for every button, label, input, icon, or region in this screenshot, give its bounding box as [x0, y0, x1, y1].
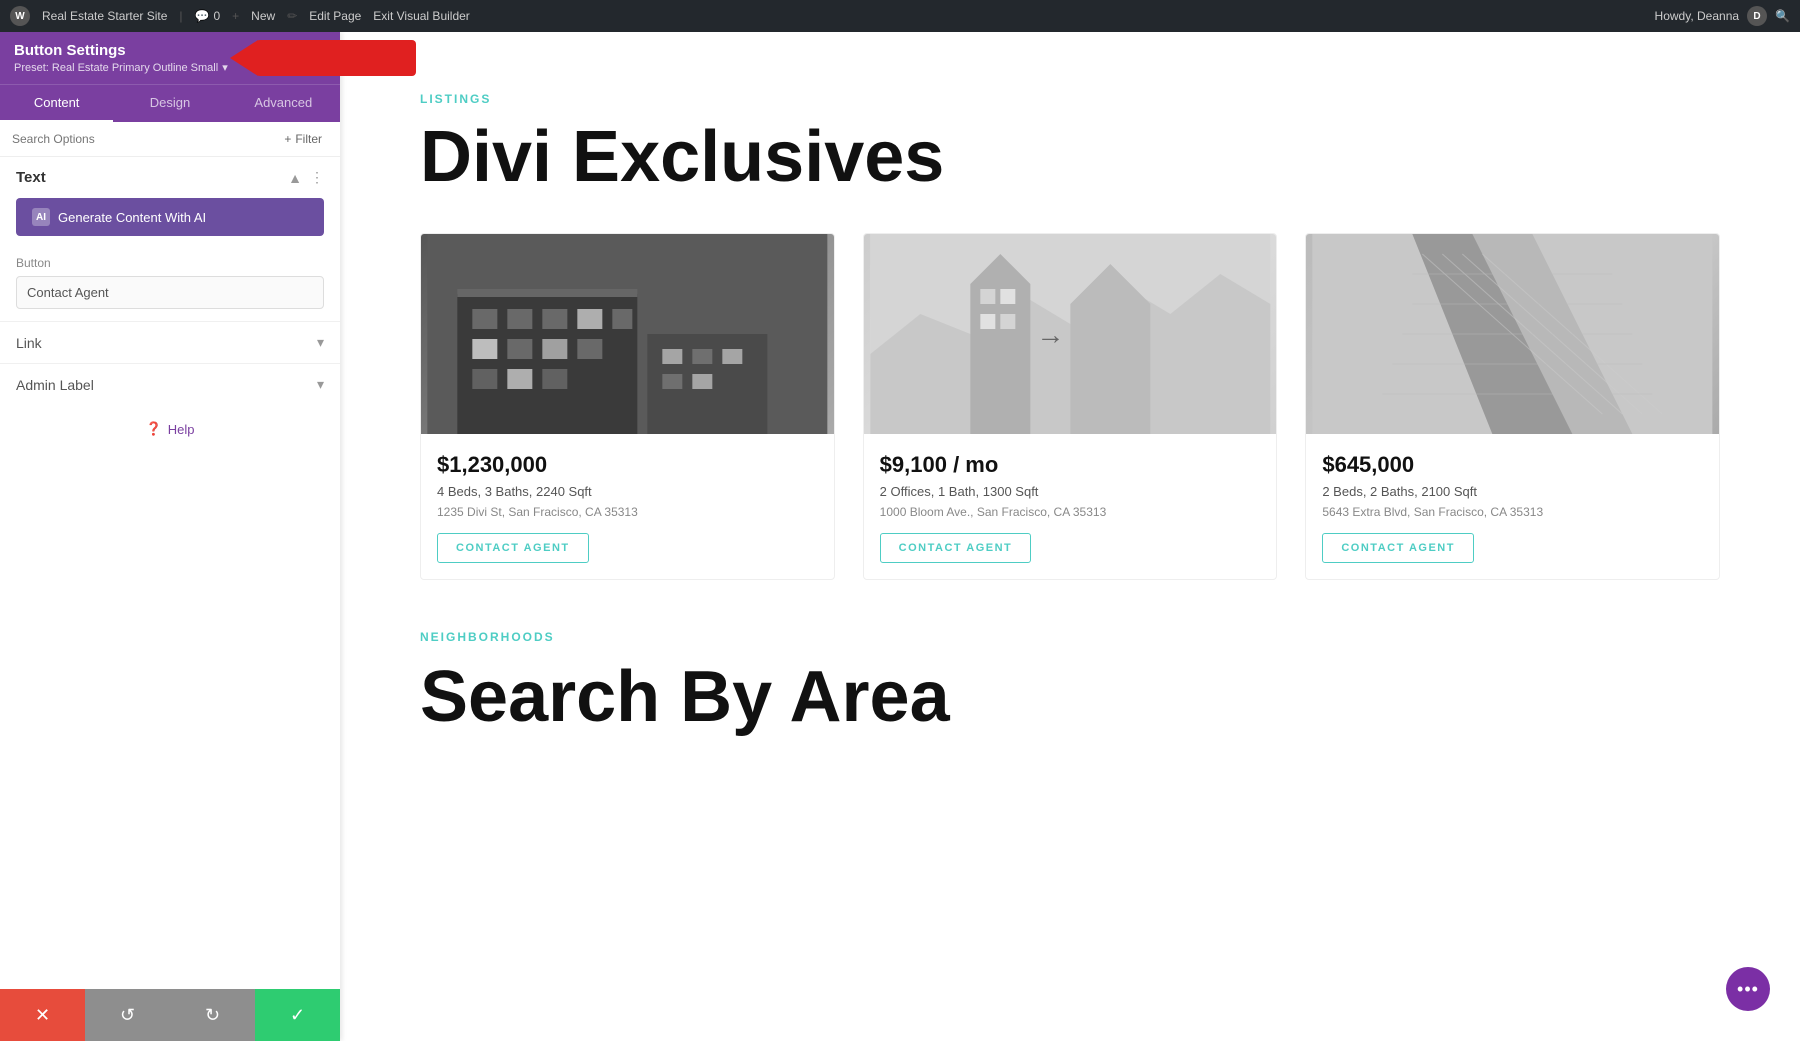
separator-2: + [232, 9, 239, 23]
link-section-title: Link [16, 335, 42, 351]
site-name-text: Real Estate Starter Site [42, 9, 167, 23]
contact-agent-button-2[interactable]: CONTACT AGENT [880, 533, 1032, 563]
card-address-1: 1235 Divi St, San Fracisco, CA 35313 [437, 505, 818, 519]
wp-logo: W [10, 6, 30, 26]
property-card-2: → $9,100 / mo 2 Offices, 1 Bath, 1300 Sq… [863, 233, 1278, 580]
card-price-2: $9,100 / mo [880, 452, 1261, 478]
card-details-2: 2 Offices, 1 Bath, 1300 Sqft [880, 484, 1261, 499]
property-image-3 [1306, 234, 1719, 434]
search-icon[interactable]: 🔍 [1775, 9, 1790, 23]
admin-label-title: Admin Label [16, 377, 94, 393]
exit-builder-link[interactable]: Exit Visual Builder [373, 9, 470, 23]
card-details-3: 2 Beds, 2 Baths, 2100 Sqft [1322, 484, 1703, 499]
property-cards-row: $1,230,000 4 Beds, 3 Baths, 2240 Sqft 12… [420, 233, 1720, 580]
property-card-1: $1,230,000 4 Beds, 3 Baths, 2240 Sqft 12… [420, 233, 835, 580]
filter-label: Filter [295, 132, 322, 146]
main-layout: Button Settings Preset: Real Estate Prim… [0, 32, 1800, 1041]
ai-icon: AI [32, 208, 50, 226]
card-body-2: $9,100 / mo 2 Offices, 1 Bath, 1300 Sqft… [864, 434, 1277, 579]
link-chevron-icon: ▾ [317, 334, 324, 351]
undo-button[interactable]: ↺ [85, 989, 170, 1041]
comments-link[interactable]: 💬 0 [195, 9, 221, 23]
admin-label-chevron-icon: ▾ [317, 376, 324, 393]
dots-icon: ••• [1737, 979, 1759, 1000]
tab-content[interactable]: Content [0, 85, 113, 122]
cancel-button[interactable]: ✕ [0, 989, 85, 1041]
ai-button-label: Generate Content With AI [58, 210, 206, 225]
edit-page-text: Edit Page [309, 9, 361, 23]
neighborhoods-label: NEIGHBORHOODS [420, 630, 1720, 644]
property-image-2: → [864, 234, 1277, 434]
help-label: Help [168, 422, 195, 437]
card-body-3: $645,000 2 Beds, 2 Baths, 2100 Sqft 5643… [1306, 434, 1719, 579]
tab-advanced[interactable]: Advanced [227, 85, 340, 122]
sidebar: Button Settings Preset: Real Estate Prim… [0, 32, 340, 1041]
comment-count: 0 [213, 9, 220, 23]
admin-bar: W Real Estate Starter Site | 💬 0 + New ✏… [0, 0, 1800, 32]
sidebar-title: Button Settings [14, 42, 228, 59]
ai-generate-button[interactable]: AI Generate Content With AI [16, 198, 324, 236]
sidebar-bottom-toolbar: ✕ ↺ ↻ ✓ [0, 989, 340, 1041]
help-section[interactable]: ❓ Help [0, 405, 340, 453]
redo-button[interactable]: ↻ [170, 989, 255, 1041]
button-section-label: Button [16, 256, 324, 270]
red-arrow-indicator [230, 40, 416, 76]
card-price-1: $1,230,000 [437, 452, 818, 478]
card-body-1: $1,230,000 4 Beds, 3 Baths, 2240 Sqft 12… [421, 434, 834, 579]
new-label: New [251, 9, 275, 23]
button-section: Button [0, 248, 340, 321]
text-section-title: Text [16, 169, 46, 186]
site-name-link[interactable]: Real Estate Starter Site [42, 9, 167, 23]
exit-builder-text: Exit Visual Builder [373, 9, 470, 23]
sidebar-preset[interactable]: Preset: Real Estate Primary Outline Smal… [14, 61, 228, 74]
howdy-text: Howdy, Deanna [1655, 9, 1740, 23]
separator-3: ✏ [287, 9, 297, 23]
search-bar: + Filter [0, 122, 340, 157]
sidebar-content: Text ▲ ⋮ AI Generate Content With AI But… [0, 157, 340, 1041]
card-address-2: 1000 Bloom Ave., San Fracisco, CA 35313 [880, 505, 1261, 519]
collapse-icon[interactable]: ▲ [288, 170, 302, 186]
floating-menu-button[interactable]: ••• [1726, 967, 1770, 1011]
text-section-icons: ▲ ⋮ [288, 169, 324, 186]
edit-page-link[interactable]: Edit Page [309, 9, 361, 23]
filter-icon: + [284, 132, 291, 146]
text-more-icon[interactable]: ⋮ [310, 169, 324, 186]
new-link[interactable]: New [251, 9, 275, 23]
contact-agent-button-3[interactable]: CONTACT AGENT [1322, 533, 1474, 563]
text-section-header: Text ▲ ⋮ [0, 157, 340, 194]
svg-text:→: → [1036, 319, 1064, 350]
link-section[interactable]: Link ▾ [0, 321, 340, 363]
card-price-3: $645,000 [1322, 452, 1703, 478]
contact-agent-button-1[interactable]: CONTACT AGENT [437, 533, 589, 563]
card-details-1: 4 Beds, 3 Baths, 2240 Sqft [437, 484, 818, 499]
admin-label-section[interactable]: Admin Label ▾ [0, 363, 340, 405]
tab-design[interactable]: Design [113, 85, 226, 122]
card-address-3: 5643 Extra Blvd, San Fracisco, CA 35313 [1322, 505, 1703, 519]
user-avatar: D [1747, 6, 1767, 26]
property-card-3: $645,000 2 Beds, 2 Baths, 2100 Sqft 5643… [1305, 233, 1720, 580]
search-input[interactable] [12, 132, 278, 146]
arrow-triangle [230, 40, 258, 76]
listings-label: LISTINGS [420, 92, 1720, 106]
arrow-bar [256, 40, 416, 76]
page-title: Divi Exclusives [420, 118, 1720, 197]
separator-1: | [179, 9, 182, 23]
main-content: LISTINGS Divi Exclusives [340, 32, 1800, 1041]
chevron-down-icon: ▾ [222, 61, 228, 74]
neighborhoods-title: Search By Area [420, 656, 1720, 738]
button-text-input[interactable] [16, 276, 324, 309]
help-icon: ❓ [146, 421, 162, 437]
property-image-1 [421, 234, 834, 434]
admin-bar-right: Howdy, Deanna D 🔍 [1655, 6, 1790, 26]
filter-button[interactable]: + Filter [278, 130, 328, 148]
comment-icon: 💬 [195, 9, 210, 23]
sidebar-header-left: Button Settings Preset: Real Estate Prim… [14, 42, 228, 74]
sidebar-tabs: Content Design Advanced [0, 84, 340, 122]
save-button[interactable]: ✓ [255, 989, 340, 1041]
preset-text: Preset: Real Estate Primary Outline Smal… [14, 62, 218, 74]
